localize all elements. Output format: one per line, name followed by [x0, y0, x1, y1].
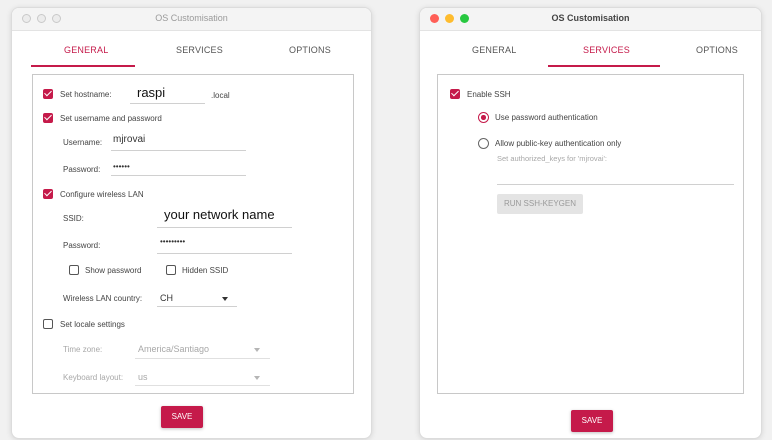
hidden-ssid-checkbox[interactable] [166, 265, 176, 275]
set-hostname-label: Set hostname: [60, 90, 112, 99]
chevron-down-icon [222, 297, 228, 301]
tab-bar: GENERAL SERVICES OPTIONS [12, 38, 371, 70]
title-bar: OS Customisation [420, 8, 761, 31]
active-tab-indicator [548, 65, 660, 67]
password-input[interactable]: •••••• [113, 162, 130, 171]
show-password-checkbox[interactable] [69, 265, 79, 275]
hostname-input[interactable]: raspi [137, 85, 165, 100]
username-input[interactable]: mjrovai [113, 134, 145, 145]
general-settings-panel: Set hostname: raspi .local Set username … [32, 74, 354, 394]
enable-ssh-label: Enable SSH [467, 90, 511, 99]
set-username-label: Set username and password [60, 114, 162, 123]
password-label: Password: [63, 165, 101, 174]
show-password-label: Show password [85, 266, 142, 275]
wlan-password-input[interactable]: ••••••••• [160, 237, 185, 246]
tab-services[interactable]: SERVICES [176, 45, 223, 55]
enable-ssh-checkbox[interactable] [450, 89, 460, 99]
chevron-down-icon [254, 376, 260, 380]
authorized-keys-input[interactable] [497, 184, 734, 185]
os-customisation-window-services: OS Customisation GENERAL SERVICES OPTION… [419, 7, 762, 439]
tab-options[interactable]: OPTIONS [289, 45, 331, 55]
window-title: OS Customisation [551, 13, 630, 23]
public-key-label: Allow public-key authentication only [495, 139, 622, 148]
title-bar: OS Customisation [12, 8, 371, 31]
tab-services[interactable]: SERVICES [583, 45, 630, 55]
wlan-country-underline [157, 306, 237, 307]
tab-bar: GENERAL SERVICES OPTIONS [420, 38, 761, 70]
active-tab-indicator [31, 65, 135, 67]
ssid-label: SSID: [63, 214, 84, 223]
password-underline [111, 175, 246, 176]
tab-general[interactable]: GENERAL [472, 45, 516, 55]
save-button[interactable]: SAVE [571, 410, 613, 432]
hostname-underline [130, 103, 205, 104]
keyboard-layout-value: us [138, 372, 148, 382]
timezone-underline [135, 358, 270, 359]
authorized-keys-hint: Set authorized_keys for 'mjrovai': [497, 154, 607, 163]
keyboard-layout-underline [135, 385, 270, 386]
os-customisation-window-general: OS Customisation GENERAL SERVICES OPTION… [11, 7, 372, 439]
set-hostname-checkbox[interactable] [43, 89, 53, 99]
run-ssh-keygen-button[interactable]: RUN SSH-KEYGEN [497, 194, 583, 214]
tab-general[interactable]: GENERAL [64, 45, 108, 55]
chevron-down-icon [254, 348, 260, 352]
set-username-checkbox[interactable] [43, 113, 53, 123]
ssid-underline [157, 227, 292, 228]
timezone-label: Time zone: [63, 345, 103, 354]
configure-wlan-label: Configure wireless LAN [60, 190, 144, 199]
timezone-value: America/Santiago [138, 344, 210, 354]
keyboard-layout-label: Keyboard layout: [63, 373, 124, 382]
ssid-input[interactable]: your network name [164, 207, 275, 222]
wlan-country-label: Wireless LAN country: [63, 294, 143, 303]
use-password-radio[interactable] [478, 112, 489, 123]
wlan-password-underline [157, 253, 292, 254]
wlan-country-value: CH [160, 293, 173, 303]
services-settings-panel: Enable SSH Use password authentication A… [437, 74, 744, 394]
hostname-suffix: .local [211, 91, 230, 100]
wlan-password-label: Password: [63, 241, 101, 250]
set-locale-checkbox[interactable] [43, 319, 53, 329]
tab-options[interactable]: OPTIONS [696, 45, 738, 55]
configure-wlan-checkbox[interactable] [43, 189, 53, 199]
public-key-radio[interactable] [478, 138, 489, 149]
save-button[interactable]: SAVE [161, 406, 203, 428]
set-locale-label: Set locale settings [60, 320, 125, 329]
username-label: Username: [63, 138, 103, 147]
username-underline [111, 150, 246, 151]
use-password-label: Use password authentication [495, 113, 598, 122]
window-title: OS Customisation [155, 13, 228, 23]
hidden-ssid-label: Hidden SSID [182, 266, 229, 275]
